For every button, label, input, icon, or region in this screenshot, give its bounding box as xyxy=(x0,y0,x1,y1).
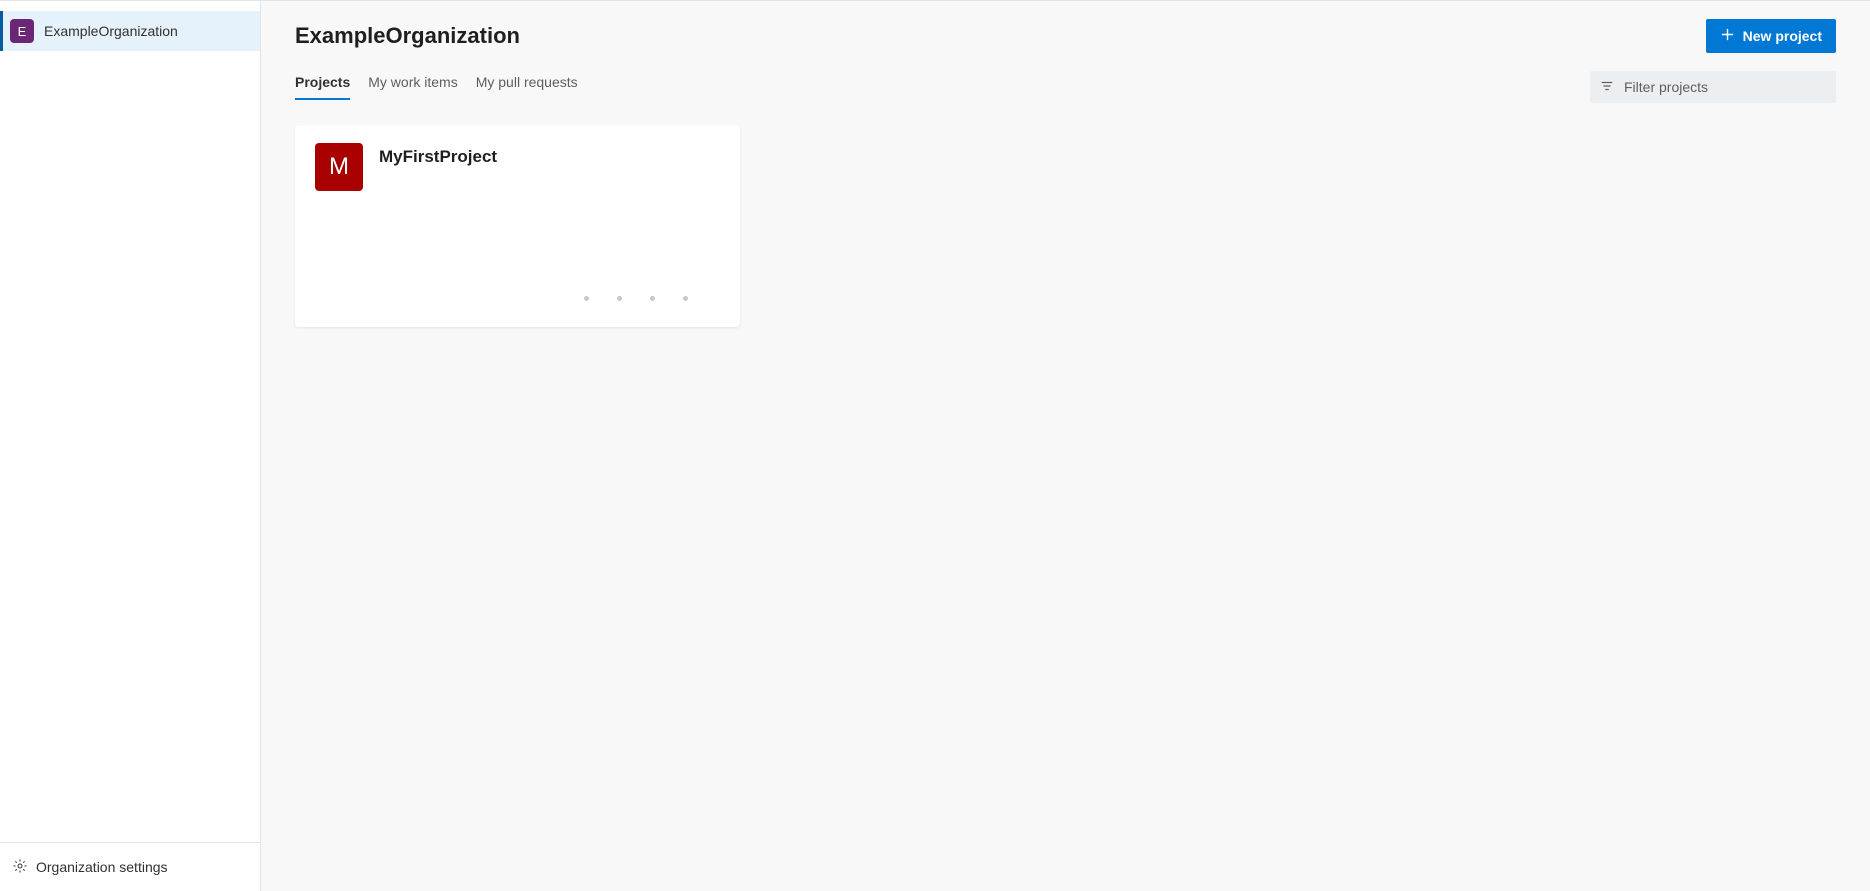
sidebar-bottom: Organization settings xyxy=(0,842,260,891)
settings-label: Organization settings xyxy=(36,859,168,875)
org-badge: E xyxy=(10,19,34,43)
filter-projects-box[interactable] xyxy=(1590,71,1836,103)
project-card[interactable]: M MyFirstProject xyxy=(295,125,740,327)
new-project-label: New project xyxy=(1743,28,1822,44)
gear-icon xyxy=(12,858,28,877)
projects-grid: M MyFirstProject xyxy=(295,125,1836,327)
organization-settings-link[interactable]: Organization settings xyxy=(0,849,260,885)
tabs: Projects My work items My pull requests xyxy=(295,74,578,100)
main-content: ExampleOrganization New project Projects… xyxy=(261,0,1870,891)
activity-dot xyxy=(650,296,655,301)
project-badge: M xyxy=(315,143,363,191)
card-activity-dots xyxy=(584,296,688,301)
tabs-row: Projects My work items My pull requests xyxy=(295,71,1836,103)
activity-dot xyxy=(617,296,622,301)
sidebar: E ExampleOrganization Organization setti… xyxy=(0,0,261,891)
filter-projects-input[interactable] xyxy=(1624,79,1826,95)
project-name: MyFirstProject xyxy=(379,147,497,167)
header-row: ExampleOrganization New project xyxy=(295,19,1836,53)
new-project-button[interactable]: New project xyxy=(1706,19,1836,53)
sidebar-top: E ExampleOrganization xyxy=(0,1,260,842)
sidebar-item-organization[interactable]: E ExampleOrganization xyxy=(0,11,260,51)
tab-my-work-items[interactable]: My work items xyxy=(368,74,457,100)
plus-icon xyxy=(1720,27,1735,45)
page-title: ExampleOrganization xyxy=(295,23,520,49)
filter-icon xyxy=(1600,79,1614,96)
card-top: M MyFirstProject xyxy=(315,143,720,191)
activity-dot xyxy=(683,296,688,301)
tab-projects[interactable]: Projects xyxy=(295,74,350,100)
tab-my-pull-requests[interactable]: My pull requests xyxy=(476,74,578,100)
org-name-label: ExampleOrganization xyxy=(44,23,178,39)
activity-dot xyxy=(584,296,589,301)
